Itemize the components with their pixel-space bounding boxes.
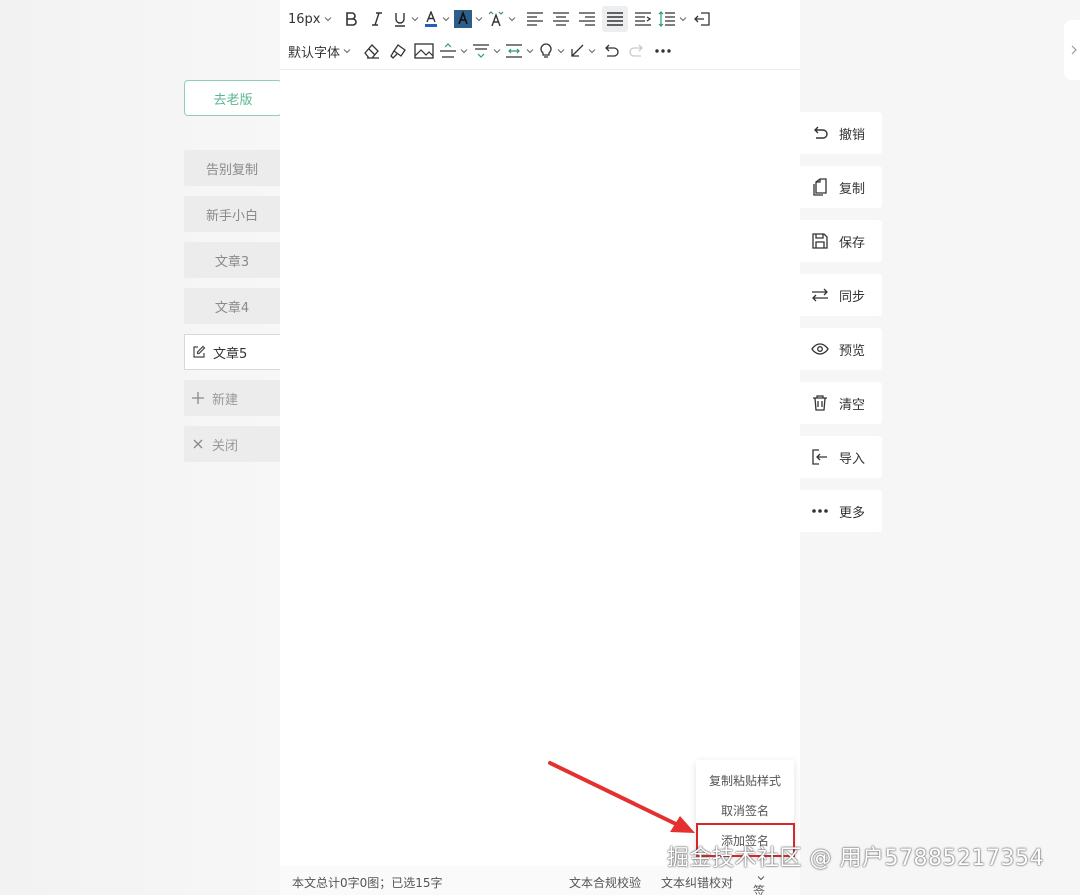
undo-icon	[811, 124, 829, 142]
watermark-text: 掘金技术社区 @ 用户57885217354	[667, 846, 1044, 871]
font-size-select[interactable]: 16px	[288, 6, 332, 32]
menu-item-copy-paste-style[interactable]: 复制粘贴样式	[696, 772, 794, 789]
exit-icon[interactable]	[691, 6, 713, 32]
plus-icon	[190, 390, 206, 406]
font-size-value: 16px	[288, 11, 321, 27]
edit-icon	[191, 344, 207, 360]
close-doc-button[interactable]: 关闭	[184, 426, 280, 462]
doc-tab-2[interactable]: 新手小白	[184, 196, 280, 232]
close-icon	[190, 436, 206, 452]
sync-icon	[811, 286, 829, 304]
chevron-down-icon	[526, 49, 534, 54]
signature-label: 签名	[753, 884, 766, 895]
line-height-icon[interactable]	[658, 6, 687, 32]
chevron-down-icon	[442, 17, 449, 22]
menu-item-cancel-signature[interactable]: 取消签名	[696, 802, 794, 819]
arrow-icon[interactable]	[569, 38, 596, 64]
chevron-right-icon	[1071, 45, 1077, 55]
import-action-label: 导入	[839, 451, 866, 467]
redo-icon[interactable]	[626, 38, 648, 64]
chevron-down-icon	[588, 49, 596, 54]
align-center-icon[interactable]	[550, 6, 572, 32]
chevron-down-icon	[508, 17, 515, 22]
undo-action-button[interactable]: 撤销	[800, 112, 882, 154]
proofread-link[interactable]: 文本纠错校对	[661, 874, 733, 891]
more-icon[interactable]	[652, 38, 674, 64]
toolbar-row-2: 默认字体	[280, 35, 800, 67]
paragraph-spacing-icon[interactable]	[472, 38, 501, 64]
font-family-select[interactable]: 默认字体	[288, 38, 351, 64]
signature-dropdown[interactable]: 签名	[753, 874, 765, 895]
toolbar-divider	[280, 69, 800, 70]
doc-tab-5-label: 文章5	[213, 346, 248, 362]
doc-tab-1[interactable]: 告别复制	[184, 150, 280, 186]
chevron-down-icon	[411, 17, 418, 22]
align-right-icon[interactable]	[576, 6, 598, 32]
save-action-button[interactable]: 保存	[800, 220, 882, 262]
indent-icon[interactable]	[632, 6, 654, 32]
close-doc-label: 关闭	[212, 438, 239, 454]
more-action-button[interactable]: 更多	[800, 490, 882, 532]
clear-action-button[interactable]: 清空	[800, 382, 882, 424]
undo-icon[interactable]	[600, 38, 622, 64]
chevron-down-icon	[324, 17, 331, 22]
undo-action-label: 撤销	[839, 127, 866, 143]
preview-action-label: 预览	[839, 343, 866, 359]
format-painter-icon[interactable]	[387, 38, 409, 64]
sync-action-button[interactable]: 同步	[800, 274, 882, 316]
annotation-arrow	[548, 761, 695, 833]
divider-icon[interactable]	[439, 38, 468, 64]
bold-icon[interactable]	[340, 6, 362, 32]
chevron-down-icon	[757, 876, 765, 881]
expand-panel-button[interactable]	[1064, 20, 1080, 80]
import-icon	[811, 448, 829, 466]
save-action-label: 保存	[839, 235, 866, 251]
letter-spacing-icon[interactable]	[505, 38, 534, 64]
highlight-color-icon[interactable]	[453, 6, 483, 32]
chevron-down-icon	[460, 49, 468, 54]
more-icon	[811, 502, 829, 520]
chevron-down-icon	[557, 49, 565, 54]
doc-tab-3[interactable]: 文章3	[184, 242, 280, 278]
clear-action-label: 清空	[839, 397, 866, 413]
copy-icon	[811, 178, 829, 196]
new-doc-button[interactable]: 新建	[184, 380, 280, 416]
import-action-button[interactable]: 导入	[800, 436, 882, 478]
doc-tab-4[interactable]: 文章4	[184, 288, 280, 324]
copy-action-button[interactable]: 复制	[800, 166, 882, 208]
chevron-down-icon	[475, 17, 482, 22]
doc-tab-5[interactable]: 文章5	[184, 334, 280, 370]
bulb-icon[interactable]	[538, 38, 565, 64]
chevron-down-icon	[679, 17, 686, 22]
align-left-icon[interactable]	[524, 6, 546, 32]
more-action-label: 更多	[839, 505, 866, 521]
toolbar-row-1: 16px	[280, 3, 800, 35]
chevron-down-icon	[343, 49, 351, 54]
underline-icon[interactable]	[392, 6, 419, 32]
sync-action-label: 同步	[839, 289, 866, 305]
eraser-icon[interactable]	[361, 38, 383, 64]
old-version-button[interactable]: 去老版	[184, 80, 282, 116]
new-doc-label: 新建	[212, 392, 239, 408]
italic-icon[interactable]	[366, 6, 388, 32]
align-justify-icon[interactable]	[601, 6, 628, 32]
trash-icon	[811, 394, 829, 412]
copy-action-label: 复制	[839, 181, 866, 197]
font-color-icon[interactable]	[423, 6, 450, 32]
preview-action-button[interactable]: 预览	[800, 328, 882, 370]
image-icon[interactable]	[413, 38, 435, 64]
save-icon	[811, 232, 829, 250]
chevron-down-icon	[493, 49, 501, 54]
font-family-value: 默认字体	[288, 45, 341, 61]
word-count-text: 本文总计0字0图；已选15字	[292, 876, 443, 890]
text-style-icon[interactable]	[487, 6, 516, 32]
compliance-check-link[interactable]: 文本合规校验	[569, 874, 641, 891]
eye-icon	[811, 340, 829, 358]
